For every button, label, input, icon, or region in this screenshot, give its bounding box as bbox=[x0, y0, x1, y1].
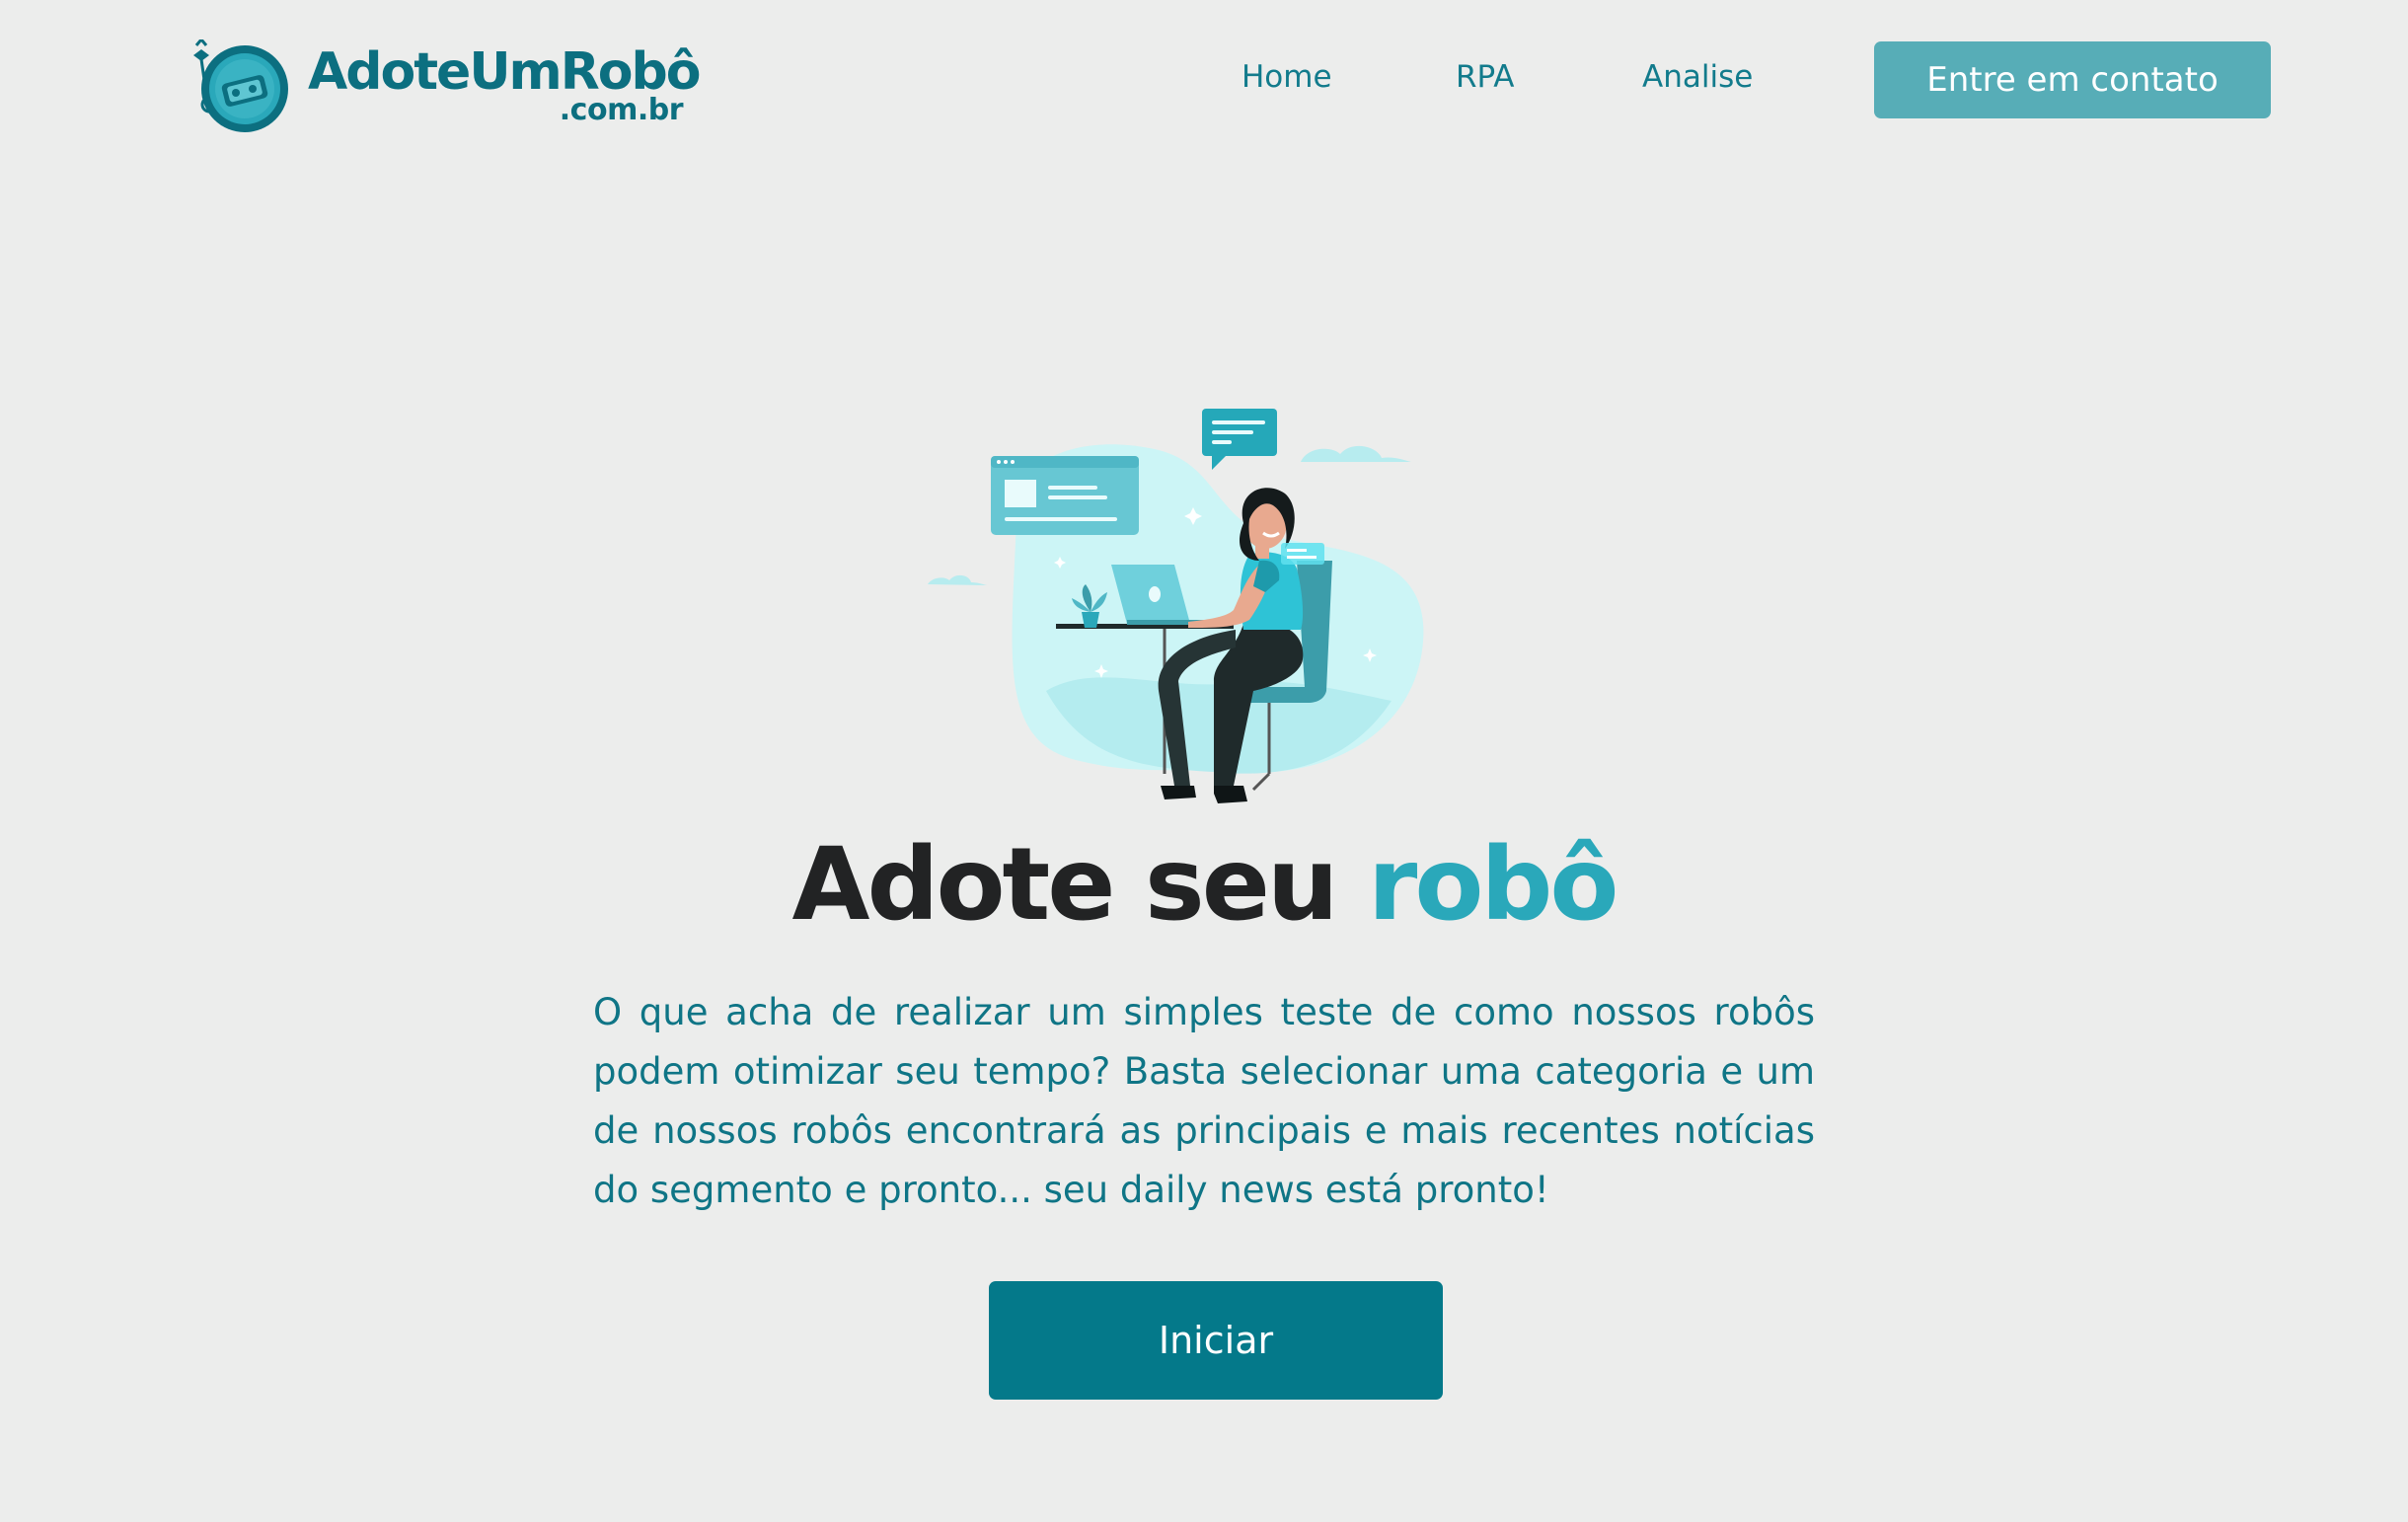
nav-link-home[interactable]: Home bbox=[1242, 59, 1332, 95]
hero-description: O que acha de realizar um simples teste … bbox=[593, 991, 1815, 1211]
hero-title-part2: robô bbox=[1368, 826, 1618, 944]
hero-title: Adote seu robô bbox=[0, 821, 2408, 950]
nav-link-analise[interactable]: Analise bbox=[1642, 59, 1753, 95]
hero-title-part1: Adote seu bbox=[791, 826, 1339, 944]
start-button[interactable]: Iniciar bbox=[989, 1281, 1443, 1400]
woman-working-on-laptop-illustration bbox=[918, 395, 1441, 809]
nav-link-rpa[interactable]: RPA bbox=[1456, 59, 1514, 95]
contact-button[interactable]: Entre em contato bbox=[1874, 41, 2271, 118]
